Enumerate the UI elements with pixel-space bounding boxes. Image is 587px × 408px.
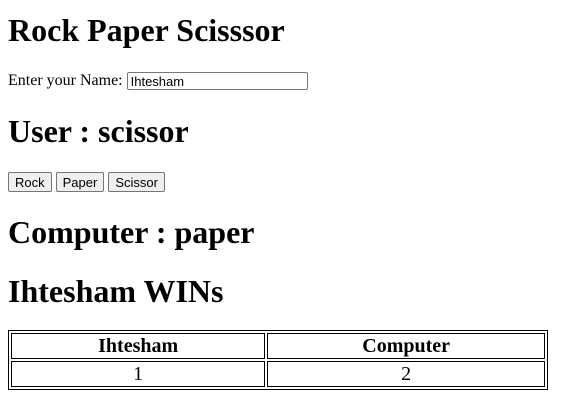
player-score-value: 1: [11, 361, 266, 387]
page-title: Rock Paper Scisssor: [8, 12, 285, 48]
paper-button[interactable]: Paper: [55, 172, 105, 192]
name-label: Enter your Name:: [8, 72, 123, 89]
scoreboard-table: Ihtesham Computer 1 2: [8, 330, 548, 390]
player-score-header: Ihtesham: [11, 333, 266, 359]
name-row: Enter your Name:: [8, 70, 308, 92]
choice-buttons: Rock Paper Scissor: [8, 172, 165, 192]
scissor-button[interactable]: Scissor: [108, 172, 165, 192]
computer-choice-heading: Computer : paper: [8, 214, 255, 250]
scoreboard-header-row: Ihtesham Computer: [11, 333, 545, 359]
rock-button[interactable]: Rock: [8, 172, 52, 192]
user-choice-heading: User : scissor: [8, 113, 189, 149]
scoreboard-value-row: 1 2: [11, 361, 545, 387]
computer-score-header: Computer: [267, 333, 545, 359]
name-input[interactable]: [126, 72, 308, 90]
computer-score-value: 2: [267, 361, 545, 387]
result-heading: Ihtesham WINs: [8, 273, 224, 309]
